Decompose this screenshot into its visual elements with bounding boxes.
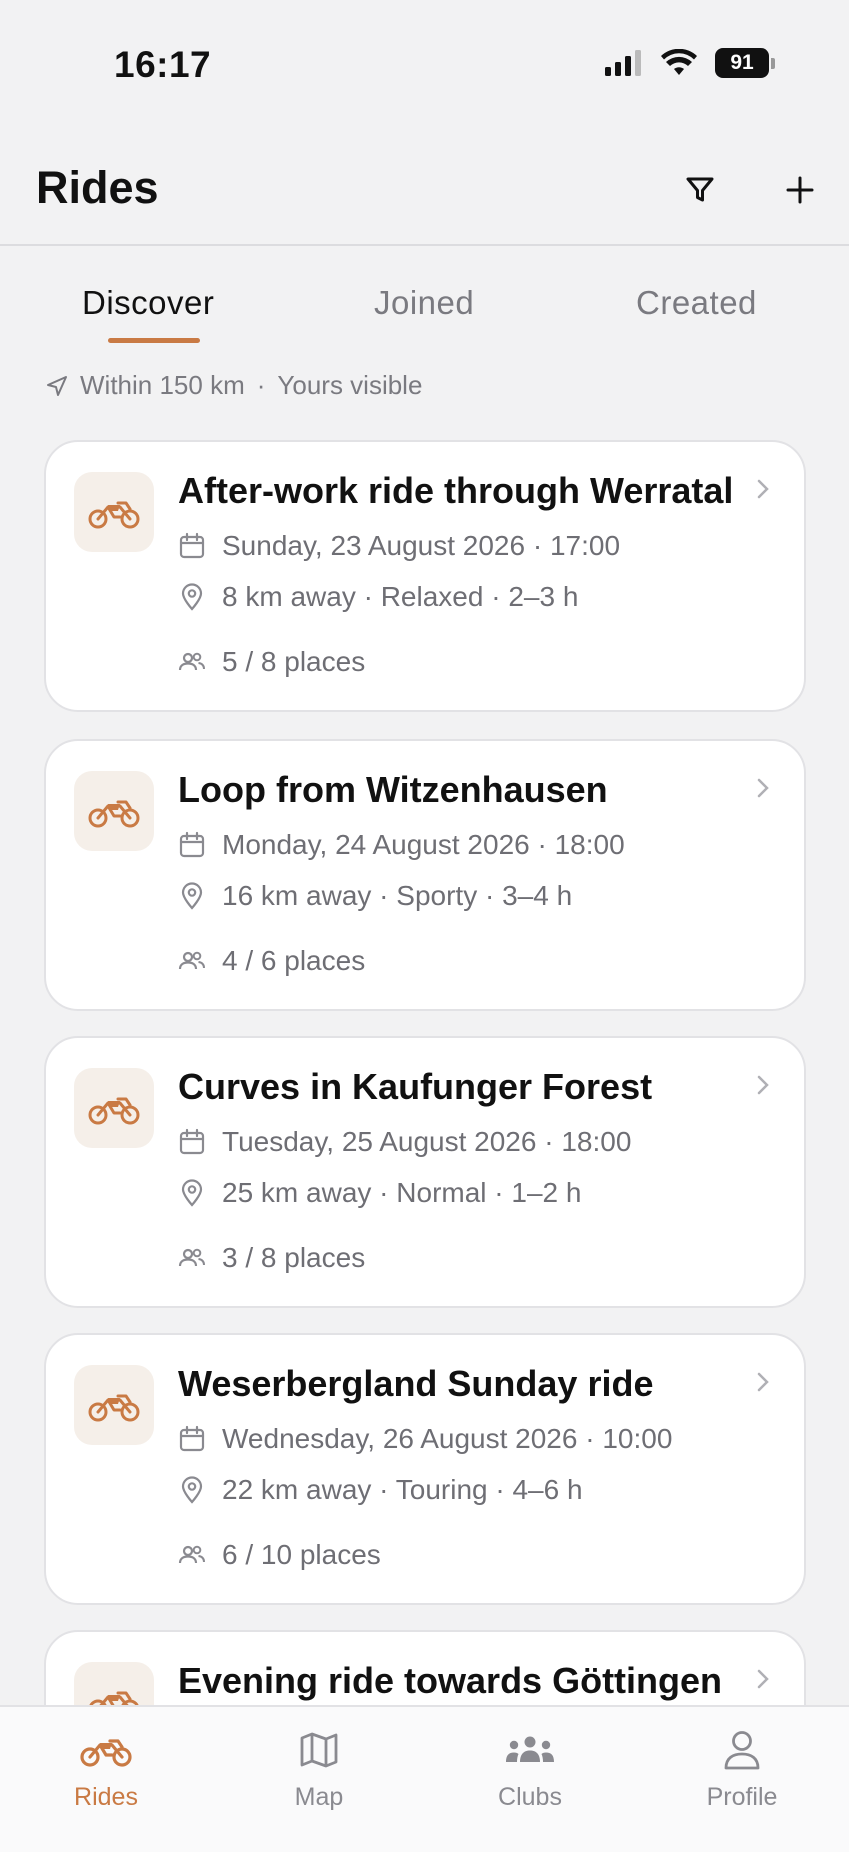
status-icons: 91: [605, 48, 775, 78]
ride-meta: 25 km away · Normal · 1–2 h: [222, 1177, 582, 1208]
battery-indicator: 91: [715, 48, 775, 78]
map-icon: [300, 1732, 338, 1768]
ride-date: Sunday, 23 August 2026 · 17:00: [222, 530, 621, 561]
ride-title: Evening ride towards Göttingen: [178, 1660, 723, 1701]
ride-thumbnail: [74, 1068, 154, 1148]
tabbar-profile[interactable]: Profile: [672, 1725, 812, 1812]
ride-card[interactable]: After-work ride through Werratal Sunday,…: [44, 440, 806, 712]
ride-card[interactable]: Curves in Kaufunger Forest Tuesday, 25 A…: [44, 1036, 806, 1308]
bottom-tab-bar: Rides Map Clubs Profile: [0, 1705, 849, 1852]
ride-places: 5 / 8 places: [222, 646, 366, 677]
tab-created[interactable]: Created: [636, 284, 757, 322]
tab-joined[interactable]: Joined: [374, 284, 474, 322]
ride-date-row: Tuesday, 25 August 2026 · 18:00: [178, 1126, 631, 1158]
tabbar-profile-label: Profile: [706, 1783, 778, 1811]
people-icon: [178, 1544, 206, 1566]
ride-places: 6 / 10 places: [222, 1539, 381, 1570]
plus-icon: [786, 176, 814, 204]
status-time: 16:17: [114, 44, 212, 85]
ride-date-row: Wednesday, 26 August 2026 · 10:00: [178, 1423, 672, 1455]
ride-meta: 22 km away · Touring · 4–6 h: [222, 1474, 583, 1505]
location-visibility: Yours visible: [277, 370, 423, 400]
page-title: Rides: [36, 162, 159, 213]
location-pin-icon: [178, 583, 206, 611]
status-bar: 16:17 91: [0, 0, 849, 130]
ride-meta-row: 25 km away · Normal · 1–2 h: [178, 1177, 581, 1209]
battery-level: 91: [715, 48, 769, 78]
chevron-right-icon: [756, 478, 770, 505]
chevron-right-icon: [756, 1371, 770, 1398]
calendar-icon: [178, 532, 206, 560]
location-pin-icon: [178, 882, 206, 910]
ride-title: Loop from Witzenhausen: [178, 769, 608, 810]
location-radius: Within 150 km: [80, 370, 245, 400]
ride-places-row: 3 / 8 places: [178, 1242, 365, 1274]
ride-places-row: 4 / 6 places: [178, 945, 365, 977]
ride-card[interactable]: Weserbergland Sunday ride Wednesday, 26 …: [44, 1333, 806, 1605]
location-pin-icon: [178, 1476, 206, 1504]
ride-places: 4 / 6 places: [222, 945, 366, 976]
people-icon: [178, 950, 206, 972]
ride-date-row: Sunday, 23 August 2026 · 17:00: [178, 530, 620, 562]
ride-meta-row: 22 km away · Touring · 4–6 h: [178, 1474, 583, 1506]
motorcycle-icon: [89, 1691, 139, 1705]
ride-title: Weserbergland Sunday ride: [178, 1363, 654, 1404]
location-separator: ·: [256, 370, 266, 400]
ride-meta: 8 km away · Relaxed · 2–3 h: [222, 581, 579, 612]
chevron-right-icon: [756, 1074, 770, 1101]
tabbar-rides[interactable]: Rides: [36, 1725, 176, 1812]
people-icon: [178, 651, 206, 673]
segment-tabs: Discover Joined Created: [0, 246, 849, 346]
ride-list[interactable]: After-work ride through Werratal Sunday,…: [0, 440, 849, 1705]
wifi-icon: [661, 49, 697, 75]
person-icon: [724, 1731, 760, 1770]
calendar-icon: [178, 1425, 206, 1453]
ride-places: 3 / 8 places: [222, 1242, 366, 1273]
ride-date-row: Monday, 24 August 2026 · 18:00: [178, 829, 625, 861]
filter-icon: [686, 177, 714, 202]
motorcycle-icon: [88, 1394, 140, 1422]
tab-discover[interactable]: Discover: [82, 284, 214, 322]
tabbar-rides-label: Rides: [74, 1783, 138, 1811]
ride-date: Monday, 24 August 2026 · 18:00: [222, 829, 625, 860]
ride-meta-row: 16 km away · Sporty · 3–4 h: [178, 880, 572, 912]
filter-button[interactable]: [670, 160, 730, 220]
header: Rides: [0, 130, 849, 246]
calendar-icon: [178, 1128, 206, 1156]
people-icon: [178, 1247, 206, 1269]
ride-thumbnail: [74, 472, 154, 552]
motorcycle-icon: [88, 1097, 140, 1125]
motorcycle-icon: [80, 1739, 132, 1767]
battery-cap: [771, 57, 775, 69]
cellular-signal-icon: [605, 50, 641, 76]
ride-thumbnail: [74, 1662, 154, 1705]
ride-thumbnail: [74, 771, 154, 851]
calendar-icon: [178, 831, 206, 859]
ride-title: After-work ride through Werratal: [178, 470, 734, 511]
location-arrow-icon: [47, 375, 67, 396]
ride-card[interactable]: Loop from Witzenhausen Monday, 24 August…: [44, 739, 806, 1011]
chevron-right-icon: [756, 777, 770, 804]
ride-title: Curves in Kaufunger Forest: [178, 1066, 653, 1107]
tabbar-clubs-label: Clubs: [498, 1783, 562, 1811]
ride-card[interactable]: Evening ride towards Göttingen: [44, 1630, 806, 1705]
location-filter[interactable]: Within 150 km · Yours visible: [46, 370, 422, 401]
ride-date: Tuesday, 25 August 2026 · 18:00: [222, 1126, 632, 1157]
active-tab-indicator: [108, 338, 200, 343]
chevron-right-icon: [756, 1668, 770, 1695]
ride-meta: 16 km away · Sporty · 3–4 h: [222, 880, 573, 911]
tabbar-map-label: Map: [294, 1783, 344, 1811]
motorcycle-icon: [88, 501, 140, 529]
tabbar-clubs[interactable]: Clubs: [460, 1725, 600, 1812]
location-pin-icon: [178, 1179, 206, 1207]
ride-meta-row: 8 km away · Relaxed · 2–3 h: [178, 581, 578, 613]
ride-date: Wednesday, 26 August 2026 · 10:00: [222, 1423, 673, 1454]
tabbar-map[interactable]: Map: [249, 1725, 389, 1812]
group-icon: [506, 1736, 554, 1762]
ride-places-row: 5 / 8 places: [178, 646, 365, 678]
motorcycle-icon: [88, 800, 140, 828]
add-ride-button[interactable]: [770, 160, 830, 220]
ride-places-row: 6 / 10 places: [178, 1539, 381, 1571]
ride-thumbnail: [74, 1365, 154, 1445]
